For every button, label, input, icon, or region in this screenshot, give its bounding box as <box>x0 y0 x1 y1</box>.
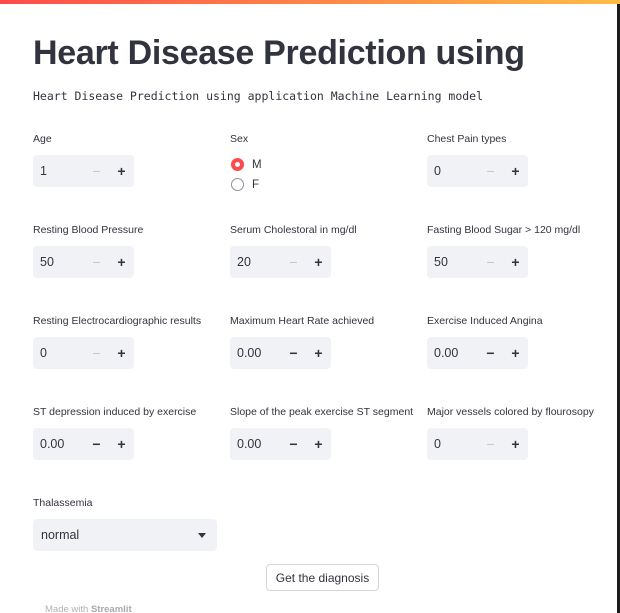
resting-bp-field: Resting Blood Pressure <box>33 222 143 238</box>
max-heart-rate-decrement-button[interactable]: − <box>281 337 306 369</box>
resting-ecg-increment-button[interactable]: + <box>109 337 134 369</box>
page-subtitle: Heart Disease Prediction using applicati… <box>33 89 484 103</box>
thalassemia-value[interactable]: normal <box>41 528 198 542</box>
max-heart-rate-increment-button[interactable]: + <box>306 337 331 369</box>
chest-pain-field: Chest Pain types <box>427 131 506 147</box>
sex-option-m-label: M <box>252 158 262 171</box>
cholesterol-value[interactable]: 20 <box>230 255 281 269</box>
st-depression-decrement-button[interactable]: − <box>84 428 109 460</box>
resting-bp-input[interactable]: 50 − + <box>33 246 134 278</box>
fasting-sugar-value[interactable]: 50 <box>427 255 478 269</box>
exercise-angina-label: Exercise Induced Angina <box>427 315 543 327</box>
radio-unchecked-icon[interactable] <box>231 178 244 191</box>
sex-option-f-label: F <box>252 178 260 191</box>
fasting-sugar-input[interactable]: 50 − + <box>427 246 528 278</box>
age-value[interactable]: 1 <box>33 164 84 178</box>
resting-bp-increment-button[interactable]: + <box>109 246 134 278</box>
age-decrement-button[interactable]: − <box>84 155 109 187</box>
major-vessels-decrement-button[interactable]: − <box>478 428 503 460</box>
age-input[interactable]: 1 − + <box>33 155 134 187</box>
fasting-sugar-label: Fasting Blood Sugar > 120 mg/dl <box>427 224 581 236</box>
cholesterol-decrement-button[interactable]: − <box>281 246 306 278</box>
top-decoration-bar <box>0 0 620 4</box>
thalassemia-label: Thalassemia <box>33 497 93 509</box>
sex-option-m[interactable]: M <box>231 158 262 171</box>
major-vessels-label: Major vessels colored by flourosopy <box>427 406 594 418</box>
major-vessels-increment-button[interactable]: + <box>503 428 528 460</box>
fasting-sugar-decrement-button[interactable]: − <box>478 246 503 278</box>
age-label: Age <box>33 133 52 145</box>
cholesterol-input[interactable]: 20 − + <box>230 246 331 278</box>
major-vessels-field: Major vessels colored by flourosopy <box>427 404 594 420</box>
resting-ecg-input[interactable]: 0 − + <box>33 337 134 369</box>
st-slope-value[interactable]: 0.00 <box>230 437 281 451</box>
exercise-angina-input[interactable]: 0.00 − + <box>427 337 528 369</box>
footer-prefix: Made with <box>45 604 89 613</box>
resting-bp-label: Resting Blood Pressure <box>33 224 144 236</box>
chest-pain-label: Chest Pain types <box>427 133 507 145</box>
resting-bp-decrement-button[interactable]: − <box>84 246 109 278</box>
chest-pain-increment-button[interactable]: + <box>503 155 528 187</box>
sex-option-f[interactable]: F <box>231 178 259 191</box>
st-slope-increment-button[interactable]: + <box>306 428 331 460</box>
major-vessels-input[interactable]: 0 − + <box>427 428 528 460</box>
footer: Made with Streamlit <box>45 604 132 613</box>
resting-ecg-label: Resting Electrocardiographic results <box>33 315 202 327</box>
thalassemia-field: Thalassemia <box>33 495 93 511</box>
fasting-sugar-field: Fasting Blood Sugar > 120 mg/dl <box>427 222 580 238</box>
resting-ecg-field: Resting Electrocardiographic results <box>33 313 201 329</box>
chevron-down-icon[interactable] <box>198 532 206 538</box>
st-depression-value[interactable]: 0.00 <box>33 437 84 451</box>
age-increment-button[interactable]: + <box>109 155 134 187</box>
age-field: Age <box>33 131 52 147</box>
cholesterol-field: Serum Cholestoral in mg/dl <box>230 222 357 238</box>
resting-ecg-decrement-button[interactable]: − <box>84 337 109 369</box>
st-depression-field: ST depression induced by exercise <box>33 404 196 420</box>
fasting-sugar-increment-button[interactable]: + <box>503 246 528 278</box>
st-slope-label: Slope of the peak exercise ST segment <box>230 406 414 418</box>
cholesterol-label: Serum Cholestoral in mg/dl <box>230 224 357 236</box>
thalassemia-select[interactable]: normal <box>33 519 217 551</box>
footer-brand-link[interactable]: Streamlit <box>91 604 132 613</box>
major-vessels-value[interactable]: 0 <box>427 437 478 451</box>
chest-pain-input[interactable]: 0 − + <box>427 155 528 187</box>
exercise-angina-value[interactable]: 0.00 <box>427 346 478 360</box>
max-heart-rate-field: Maximum Heart Rate achieved <box>230 313 374 329</box>
st-slope-input[interactable]: 0.00 − + <box>230 428 331 460</box>
st-depression-input[interactable]: 0.00 − + <box>33 428 134 460</box>
exercise-angina-increment-button[interactable]: + <box>503 337 528 369</box>
page-title: Heart Disease Prediction using <box>33 34 525 72</box>
resting-bp-value[interactable]: 50 <box>33 255 84 269</box>
cholesterol-increment-button[interactable]: + <box>306 246 331 278</box>
chest-pain-value[interactable]: 0 <box>427 164 478 178</box>
resting-ecg-value[interactable]: 0 <box>33 346 84 360</box>
sex-label: Sex <box>230 133 249 145</box>
chest-pain-decrement-button[interactable]: − <box>478 155 503 187</box>
get-diagnosis-button[interactable]: Get the diagnosis <box>266 564 379 591</box>
st-slope-field: Slope of the peak exercise ST segment <box>230 404 413 420</box>
max-heart-rate-value[interactable]: 0.00 <box>230 346 281 360</box>
st-depression-label: ST depression induced by exercise <box>33 406 197 418</box>
max-heart-rate-label: Maximum Heart Rate achieved <box>230 315 375 327</box>
radio-checked-icon[interactable] <box>231 158 244 171</box>
exercise-angina-decrement-button[interactable]: − <box>478 337 503 369</box>
sex-field: Sex <box>230 131 248 147</box>
max-heart-rate-input[interactable]: 0.00 − + <box>230 337 331 369</box>
st-depression-increment-button[interactable]: + <box>109 428 134 460</box>
exercise-angina-field: Exercise Induced Angina <box>427 313 543 329</box>
st-slope-decrement-button[interactable]: − <box>281 428 306 460</box>
